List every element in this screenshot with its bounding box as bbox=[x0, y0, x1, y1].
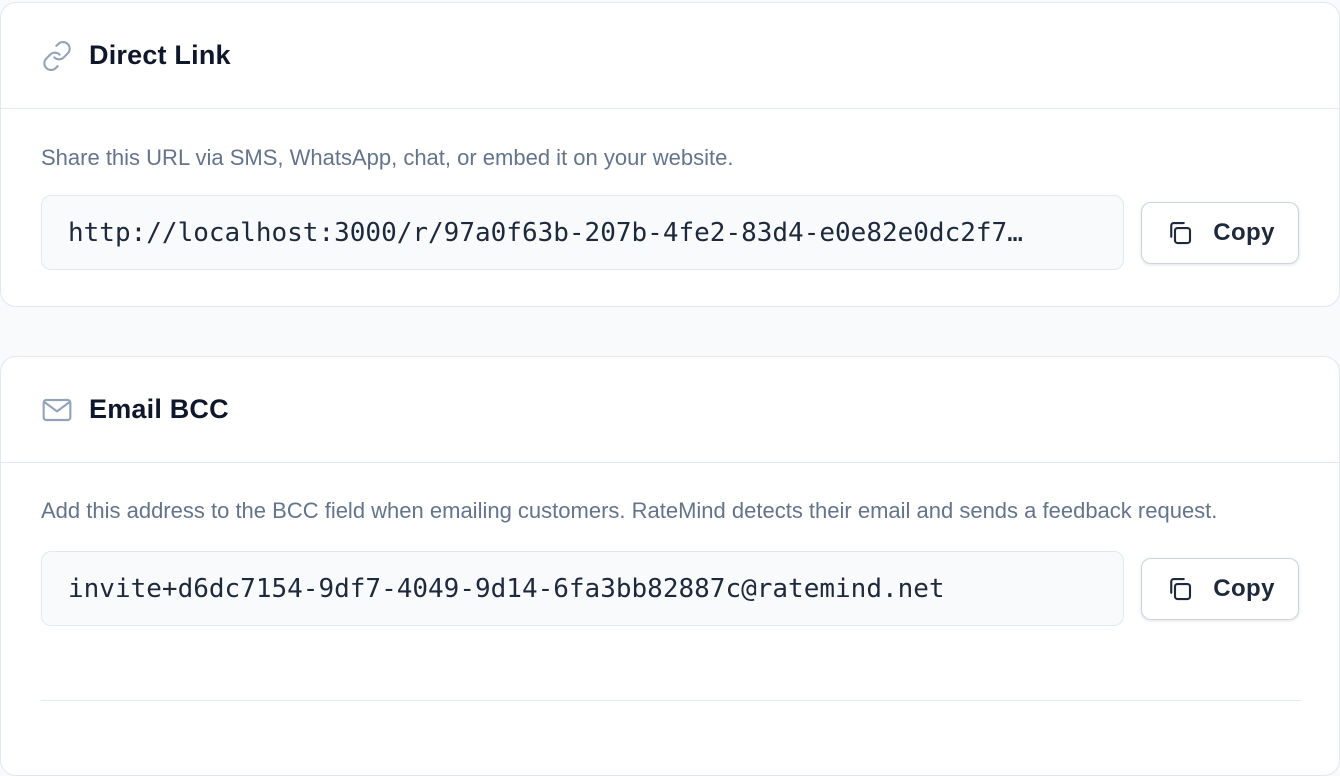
email-bcc-description: Add this address to the BCC field when e… bbox=[41, 498, 1218, 523]
email-bcc-body: Add this address to the BCC field when e… bbox=[1, 463, 1339, 626]
email-bcc-row: invite+d6dc7154-9df7-4049-9d14-6fa3bb828… bbox=[41, 551, 1299, 626]
link-icon bbox=[41, 40, 73, 72]
email-bcc-header: Email BCC bbox=[1, 357, 1339, 463]
direct-link-url-field[interactable]: http://localhost:3000/r/97a0f63b-207b-4f… bbox=[41, 195, 1125, 270]
copy-icon bbox=[1165, 218, 1195, 248]
email-bcc-address-field[interactable]: invite+d6dc7154-9df7-4049-9d14-6fa3bb828… bbox=[41, 551, 1125, 626]
email-bcc-title: Email BCC bbox=[89, 394, 229, 424]
mail-icon bbox=[41, 394, 73, 426]
direct-link-title: Direct Link bbox=[89, 40, 231, 70]
copy-link-button[interactable]: Copy bbox=[1141, 201, 1299, 264]
direct-link-body: Share this URL via SMS, WhatsApp, chat, … bbox=[1, 109, 1339, 270]
copy-link-label: Copy bbox=[1213, 218, 1275, 246]
direct-link-row: http://localhost:3000/r/97a0f63b-207b-4f… bbox=[41, 195, 1299, 270]
email-bcc-address[interactable]: invite+d6dc7154-9df7-4049-9d14-6fa3bb828… bbox=[68, 574, 1097, 604]
direct-link-description: Share this URL via SMS, WhatsApp, chat, … bbox=[41, 145, 734, 170]
copy-icon bbox=[1165, 574, 1195, 604]
section-divider bbox=[41, 700, 1301, 701]
email-bcc-card: Email BCC Add this address to the BCC fi… bbox=[0, 356, 1340, 776]
direct-link-header: Direct Link bbox=[1, 3, 1339, 109]
copy-email-label: Copy bbox=[1213, 574, 1275, 602]
direct-link-url[interactable]: http://localhost:3000/r/97a0f63b-207b-4f… bbox=[68, 218, 1097, 248]
copy-email-button[interactable]: Copy bbox=[1141, 557, 1299, 620]
direct-link-card: Direct Link Share this URL via SMS, What… bbox=[0, 2, 1340, 307]
